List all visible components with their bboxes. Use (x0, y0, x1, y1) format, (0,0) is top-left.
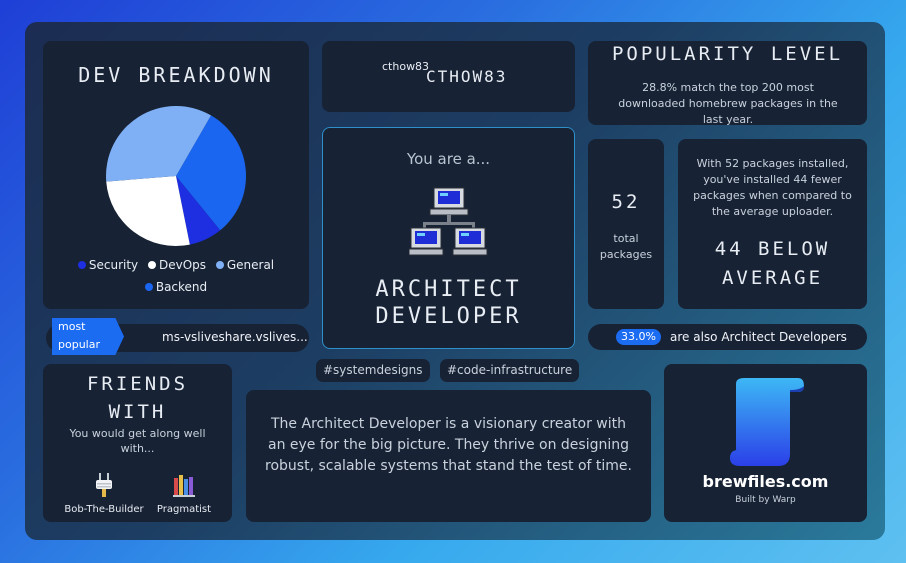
legend-label-backend: Backend (155, 280, 208, 294)
most-popular-package-pill: most popular ms-vsliveshare.vslives... (46, 318, 309, 355)
network-computers-icon (409, 187, 488, 256)
friend-name-bob-the-builder: Bob-The-Builder (64, 504, 144, 515)
legend-dot-backend (144, 283, 153, 291)
comparison-card: With 52 packages installed, you've insta… (678, 139, 867, 309)
description-card: The Architect Developer is a visionary c… (246, 390, 651, 522)
friends-subtitle: You would get along well with... (69, 427, 206, 455)
tag-systemdesigns: #systemdesigns (316, 359, 430, 382)
most-popular-badge: most popular (52, 318, 124, 355)
comparison-title-line2: AVERAGE (721, 267, 824, 289)
total-packages-label: total packages (599, 232, 653, 261)
comparison-title: 44 BELOW AVERAGE (678, 235, 867, 293)
friend-name-pragmatist: Pragmatist (156, 504, 212, 515)
legend-label-general: General (226, 258, 275, 272)
dev-breakdown-title: DEV BREAKDOWN (78, 63, 274, 87)
pie-slice-devops (106, 176, 190, 247)
legend-dot-general (215, 261, 224, 269)
comparison-title-line1: 44 BELOW (714, 238, 831, 260)
friends-title-line2: WITH (108, 401, 167, 423)
brand-site-link[interactable]: brewfiles.com (664, 472, 867, 491)
total-packages-count: 52 (611, 191, 641, 213)
popularity-text: 28.8% match the top 200 most downloaded … (618, 81, 838, 126)
friend-item-pragmatist: Pragmatist (151, 472, 217, 515)
popularity-title: POPULARITY LEVEL (611, 43, 844, 65)
legend-label-devops: DevOps (158, 258, 207, 272)
legend-item-backend: Backend (144, 276, 208, 298)
archetype-share-percent: 33.0% (616, 329, 661, 345)
archetype-description: The Architect Developer is a visionary c… (265, 416, 632, 474)
legend-dot-devops (147, 261, 156, 269)
books-icon (173, 475, 195, 497)
legend-item-security: Security (77, 254, 139, 276)
brand-card[interactable]: brewfiles.com Built by Warp (664, 364, 867, 522)
brand-built-by: Built by Warp (735, 495, 796, 505)
you-are-label: You are a... (406, 150, 491, 168)
most-popular-package-name: ms-vsliveshare.vslives... (162, 330, 308, 344)
user-card: cthow83 CTHOW83 (322, 41, 575, 112)
legend-label-security: Security (88, 258, 139, 272)
popularity-card: POPULARITY LEVEL 28.8% match the top 200… (588, 41, 867, 126)
friends-title: FRIENDS WITH (43, 370, 232, 426)
friends-title-line1: FRIENDS (86, 373, 189, 395)
archetype-share-pill: 33.0% are also Architect Developers (588, 324, 867, 350)
dev-breakdown-card: DEV BREAKDOWN Security DevOps General Ba… (43, 41, 309, 309)
archetype-card: You are a... ARCHITECT DEVELOPER (322, 127, 575, 349)
total-packages-card: 52 total packages (588, 139, 664, 309)
tag-code-infrastructure: #code-infrastructure (440, 359, 580, 382)
archetype-share-text: are also Architect Developers (670, 330, 847, 344)
legend-dot-security (77, 261, 86, 269)
pie-legend: Security DevOps General Backend (57, 254, 295, 298)
comparison-text: With 52 packages installed, you've insta… (693, 157, 852, 218)
legend-item-devops: DevOps (147, 254, 207, 276)
legend-item-general: General (215, 254, 275, 276)
archetype-title: ARCHITECT DEVELOPER (323, 276, 574, 330)
username: CTHOW83 (426, 67, 508, 86)
brewfiles-logo-icon (730, 378, 804, 466)
friends-card: FRIENDS WITH You would get along well wi… (43, 364, 232, 522)
power-plug-icon (96, 473, 112, 497)
archetype-title-line2: DEVELOPER (375, 304, 522, 329)
archetype-title-line1: ARCHITECT (375, 277, 522, 302)
dev-breakdown-pie-chart (106, 105, 246, 247)
friend-item-bob-the-builder: Bob-The-Builder (61, 472, 147, 515)
user-avatar-alt-text: cthow83 (382, 60, 430, 73)
